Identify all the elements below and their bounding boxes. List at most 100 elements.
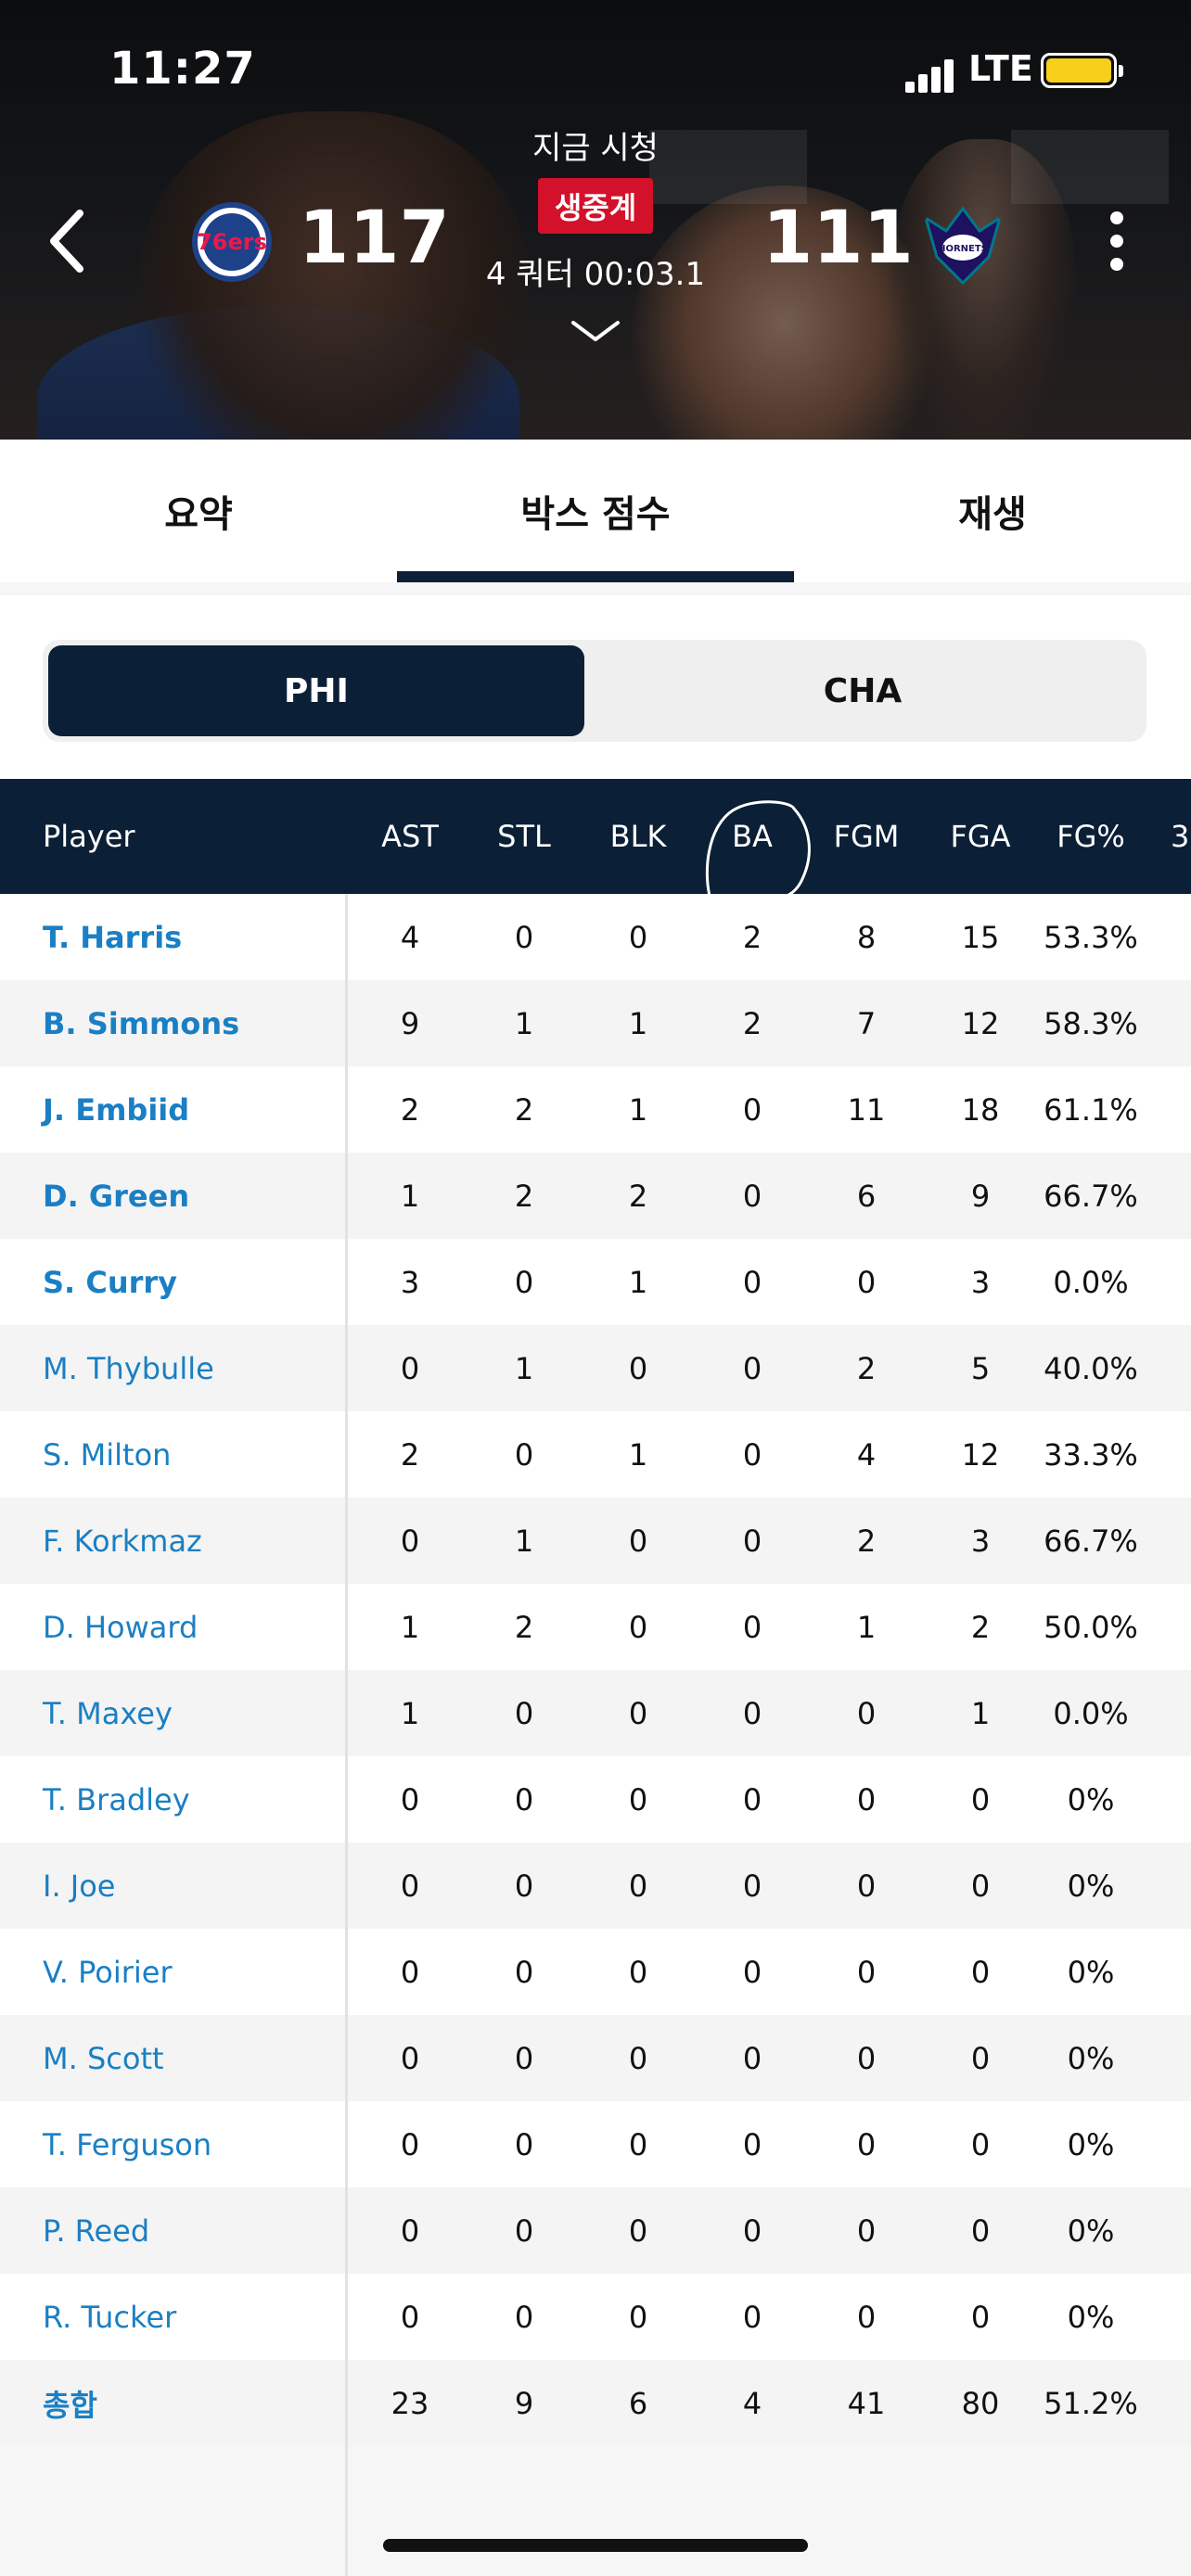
stat-cell-fg-pct: 58.3% <box>1044 1005 1138 1041</box>
stat-cell-stl: 0 <box>514 1781 534 1817</box>
stat-cell-fg-pct: 66.7% <box>1044 1523 1138 1559</box>
player-name-link[interactable]: T. Maxey <box>43 1670 173 1756</box>
player-name-link[interactable]: R. Tucker <box>43 2274 176 2360</box>
player-name-link[interactable]: M. Thybulle <box>43 1325 214 1411</box>
column-header-fg-pct[interactable]: FG% <box>1033 779 1148 894</box>
game-header: 11:27 LTE 76ers 117 지금 시청 생중계 4 쿼터 00:03… <box>0 0 1191 440</box>
table-row: M. Thybulle 0 1 0 0 2 5 40.0% <box>0 1325 1191 1411</box>
stat-cell-stl: 0 <box>514 2213 534 2249</box>
stat-cell-fg-pct: 33.3% <box>1044 1436 1138 1473</box>
player-name-link[interactable]: B. Simmons <box>43 980 239 1066</box>
home-indicator[interactable] <box>383 2539 808 2552</box>
away-score: 111 <box>762 197 914 280</box>
stat-cell-fg-pct: 40.0% <box>1044 1350 1138 1386</box>
player-name-link[interactable]: S. Curry <box>43 1239 177 1325</box>
cha-team-logo[interactable]: HORNETS <box>918 199 1007 288</box>
more-options-button[interactable] <box>1098 211 1135 273</box>
status-time: 11:27 <box>109 43 256 95</box>
stat-cell-fg-pct: 0.0% <box>1053 1264 1129 1300</box>
table-row: V. Poirier 0 0 0 0 0 0 0% <box>0 1929 1191 2015</box>
player-name-link[interactable]: P. Reed <box>43 2187 149 2274</box>
column-header-fgm[interactable]: FGM <box>809 779 924 894</box>
column-header-fga[interactable]: FGA <box>923 779 1038 894</box>
player-name-link[interactable]: D. Green <box>43 1153 189 1239</box>
table-total-row: 총합 23 9 6 4 41 80 51.2% <box>0 2360 1191 2446</box>
stat-cell-blk: 0 <box>628 1695 648 1731</box>
stat-cell-fgm: 1 <box>856 1609 877 1645</box>
stat-cell-fg-pct: 0% <box>1067 1868 1115 1904</box>
live-badge: 생중계 <box>538 178 653 234</box>
stat-cell-fga: 5 <box>970 1350 991 1386</box>
team-toggle-cha[interactable]: CHA <box>584 645 1141 736</box>
status-bar: 11:27 LTE <box>0 37 1191 102</box>
stat-cell-fga: 15 <box>961 919 1000 955</box>
stat-cell-blk: 0 <box>628 2213 648 2249</box>
player-name-link[interactable]: D. Howard <box>43 1584 198 1670</box>
table-row: J. Embiid 2 2 1 0 11 18 61.1% <box>0 1066 1191 1153</box>
stat-cell-ba: 0 <box>742 1350 762 1386</box>
stat-cell-fga: 0 <box>970 2040 991 2076</box>
stat-cell-ast: 1 <box>400 1609 420 1645</box>
stat-cell-stl: 0 <box>514 2299 534 2335</box>
player-name-link[interactable]: I. Joe <box>43 1843 115 1929</box>
stat-cell-blk: 0 <box>628 1868 648 1904</box>
stat-cell-blk: 0 <box>628 2126 648 2162</box>
stat-cell-ast: 0 <box>400 2213 420 2249</box>
total-label: 총합 <box>43 2387 97 2423</box>
team-toggle-phi[interactable]: PHI <box>48 645 584 736</box>
stat-cell-fga: 9 <box>970 1178 991 1214</box>
table-row: D. Howard 1 2 0 0 1 2 50.0% <box>0 1584 1191 1670</box>
stat-cell-fgm: 8 <box>856 919 877 955</box>
player-name-link[interactable]: F. Korkmaz <box>43 1498 202 1584</box>
stat-cell-stl: 0 <box>514 1695 534 1731</box>
player-name-link[interactable]: V. Poirier <box>43 1929 173 2015</box>
stat-cell-fgm: 7 <box>856 1005 877 1041</box>
column-header-player[interactable]: Player <box>43 779 135 894</box>
stat-cell-fg-pct: 0.0% <box>1053 1695 1129 1731</box>
stat-cell-fgm: 0 <box>856 2126 877 2162</box>
stat-cell-stl: 1 <box>514 1523 534 1559</box>
stat-cell-ast: 3 <box>400 1264 420 1300</box>
stat-cell-blk: 1 <box>628 1264 648 1300</box>
tab-plays[interactable]: 재생 <box>794 440 1191 582</box>
watch-now-label[interactable]: 지금 시청 <box>0 122 1191 168</box>
stat-cell-stl: 1 <box>514 1005 534 1041</box>
stat-cell-ba: 0 <box>742 1695 762 1731</box>
column-header-3p-partial[interactable]: 3 <box>1171 779 1191 894</box>
table-row: T. Maxey 1 0 0 0 0 1 0.0% <box>0 1670 1191 1756</box>
stat-cell-stl: 2 <box>514 1178 534 1214</box>
player-name-link[interactable]: M. Scott <box>43 2015 164 2101</box>
column-header-ast[interactable]: AST <box>352 779 467 894</box>
stat-cell-ast: 9 <box>400 1005 420 1041</box>
player-name-link[interactable]: T. Ferguson <box>43 2101 211 2187</box>
table-row: F. Korkmaz 0 1 0 0 2 3 66.7% <box>0 1498 1191 1584</box>
stat-cell-fg-pct: 0% <box>1067 2126 1115 2162</box>
table-row: S. Curry 3 0 1 0 0 3 0.0% <box>0 1239 1191 1325</box>
column-header-blk[interactable]: BLK <box>581 779 696 894</box>
stat-cell-stl: 0 <box>514 2126 534 2162</box>
stat-cell-fg-pct: 50.0% <box>1044 1609 1138 1645</box>
tab-box-score[interactable]: 박스 점수 <box>397 440 794 582</box>
stat-cell-fg-pct: 51.2% <box>1044 2385 1138 2421</box>
stat-cell-stl: 0 <box>514 919 534 955</box>
stat-cell-fgm: 2 <box>856 1523 877 1559</box>
stat-cell-fga: 0 <box>970 1781 991 1817</box>
stat-cell-blk: 0 <box>628 1609 648 1645</box>
cell-signal-icon <box>905 56 957 93</box>
player-name-link[interactable]: S. Milton <box>43 1411 171 1498</box>
stat-cell-fga: 80 <box>961 2385 1000 2421</box>
stat-cell-fg-pct: 53.3% <box>1044 919 1138 955</box>
player-name-link[interactable]: T. Bradley <box>43 1756 190 1843</box>
player-name-link[interactable]: J. Embiid <box>43 1066 189 1153</box>
table-row: T. Harris 4 0 0 2 8 15 53.3% <box>0 894 1191 980</box>
stat-cell-fga: 0 <box>970 1868 991 1904</box>
player-name-link[interactable]: T. Harris <box>43 894 182 980</box>
stat-cell-blk: 1 <box>628 1005 648 1041</box>
stat-cell-stl: 0 <box>514 1436 534 1473</box>
stat-cell-ba: 0 <box>742 1264 762 1300</box>
stat-cell-fg-pct: 61.1% <box>1044 1091 1138 1128</box>
stat-cell-blk: 2 <box>628 1178 648 1214</box>
column-header-stl[interactable]: STL <box>467 779 582 894</box>
tab-summary[interactable]: 요약 <box>0 440 397 582</box>
chevron-down-icon[interactable] <box>568 317 623 345</box>
